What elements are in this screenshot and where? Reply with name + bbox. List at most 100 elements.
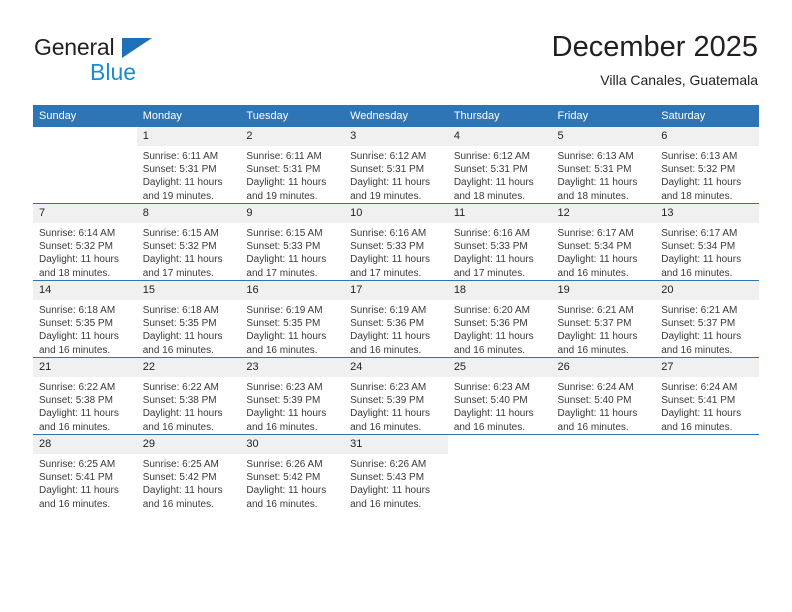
calendar-day-cell[interactable]: 19 Sunrise: 6:21 AM Sunset: 5:37 PM Dayligh… <box>551 280 656 358</box>
calendar-day-cell[interactable]: 18 Sunrise: 6:20 AM Sunset: 5:36 PM Dayligh… <box>447 280 552 358</box>
calendar-week-row: 14 Sunrise: 6:18 AM Sunset: 5:35 PM Dayligh… <box>33 280 759 358</box>
sunrise-text: Sunrise: 6:20 AM <box>453 305 530 316</box>
day-details: Sunrise: 6:25 AM Sunset: 5:41 PM Daylight:… <box>33 454 137 511</box>
triangle-icon <box>122 38 152 58</box>
daylight-text: Daylight: 11 hours and 16 minutes. <box>246 331 327 356</box>
day-details: Sunrise: 6:22 AM Sunset: 5:38 PM Daylight:… <box>33 377 137 434</box>
day-number: 28 <box>33 435 137 454</box>
day-number: 15 <box>136 281 241 300</box>
sunrise-text: Sunrise: 6:22 AM <box>39 382 116 393</box>
sunrise-text: Sunrise: 6:19 AM <box>350 305 427 316</box>
sunrise-text: Sunrise: 6:23 AM <box>350 382 427 393</box>
day-details: Sunrise: 6:21 AM Sunset: 5:37 PM Daylight:… <box>552 300 656 357</box>
calendar-day-cell[interactable]: 31 Sunrise: 6:26 AM Sunset: 5:43 PM Dayligh… <box>344 434 448 511</box>
daylight-text: Daylight: 11 hours and 19 minutes. <box>350 177 430 202</box>
logo[interactable]: General Blue <box>34 34 164 90</box>
sunrise-text: Sunrise: 6:17 AM <box>557 228 634 239</box>
daylight-text: Daylight: 11 hours and 17 minutes. <box>246 254 327 279</box>
day-details: Sunrise: 6:14 AM Sunset: 5:32 PM Daylight:… <box>33 223 137 280</box>
calendar-day-cell[interactable]: 24 Sunrise: 6:23 AM Sunset: 5:39 PM Dayligh… <box>344 357 448 435</box>
calendar-day-cell[interactable]: 25 Sunrise: 6:23 AM Sunset: 5:40 PM Dayligh… <box>447 357 552 435</box>
sunset-text: Sunset: 5:36 PM <box>453 318 528 330</box>
day-details: Sunrise: 6:13 AM Sunset: 5:32 PM Daylight:… <box>655 146 759 203</box>
column-header-wednesday: Wednesday <box>344 105 448 127</box>
calendar-day-cell[interactable]: 3 Sunrise: 6:12 AM Sunset: 5:31 PM Daylight… <box>344 127 448 204</box>
day-details: Sunrise: 6:21 AM Sunset: 5:37 PM Daylight:… <box>655 300 759 357</box>
sunset-text: Sunset: 5:34 PM <box>661 241 736 253</box>
sunset-text: Sunset: 5:39 PM <box>246 395 321 407</box>
calendar-day-cell[interactable]: 17 Sunrise: 6:19 AM Sunset: 5:36 PM Dayligh… <box>344 280 448 358</box>
calendar-day-cell[interactable]: 16 Sunrise: 6:19 AM Sunset: 5:35 PM Dayligh… <box>240 280 345 358</box>
sunset-text: Sunset: 5:37 PM <box>557 318 632 330</box>
sunset-text: Sunset: 5:32 PM <box>39 241 113 253</box>
day-number: 12 <box>551 204 656 223</box>
calendar-day-cell[interactable]: 9 Sunrise: 6:15 AM Sunset: 5:33 PM Daylight… <box>240 203 345 281</box>
sunset-text: Sunset: 5:31 PM <box>246 164 321 176</box>
calendar-day-cell[interactable]: 27 Sunrise: 6:24 AM Sunset: 5:41 PM Dayligh… <box>655 357 759 435</box>
day-number: 11 <box>447 204 552 223</box>
calendar-day-cell[interactable]: 13 Sunrise: 6:17 AM Sunset: 5:34 PM Dayligh… <box>655 203 759 281</box>
calendar-day-cell[interactable]: 5 Sunrise: 6:13 AM Sunset: 5:31 PM Daylight… <box>551 127 656 204</box>
calendar-day-cell[interactable]: 26 Sunrise: 6:24 AM Sunset: 5:40 PM Dayligh… <box>551 357 656 435</box>
daylight-text: Daylight: 11 hours and 19 minutes. <box>142 177 223 202</box>
column-header-saturday: Saturday <box>655 105 759 127</box>
sunset-text: Sunset: 5:34 PM <box>557 241 632 253</box>
day-details: Sunrise: 6:12 AM Sunset: 5:31 PM Daylight:… <box>344 146 448 203</box>
daylight-text: Daylight: 11 hours and 16 minutes. <box>557 408 638 433</box>
day-details: Sunrise: 6:19 AM Sunset: 5:35 PM Daylight:… <box>240 300 344 357</box>
calendar-day-cell[interactable]: 1 Sunrise: 6:11 AM Sunset: 5:31 PM Daylight… <box>136 127 241 204</box>
daylight-text: Daylight: 11 hours and 16 minutes. <box>39 485 119 510</box>
calendar-day-cell[interactable]: 2 Sunrise: 6:11 AM Sunset: 5:31 PM Daylight… <box>240 127 345 204</box>
sunrise-text: Sunrise: 6:25 AM <box>39 459 116 470</box>
sunrise-text: Sunrise: 6:19 AM <box>246 305 323 316</box>
sunrise-text: Sunrise: 6:15 AM <box>246 228 323 239</box>
calendar-day-cell[interactable]: 6 Sunrise: 6:13 AM Sunset: 5:32 PM Daylight… <box>655 127 759 204</box>
day-details: Sunrise: 6:20 AM Sunset: 5:36 PM Daylight:… <box>448 300 552 357</box>
calendar-day-cell[interactable]: 11 Sunrise: 6:16 AM Sunset: 5:33 PM Dayligh… <box>447 203 552 281</box>
calendar-day-cell[interactable]: 4 Sunrise: 6:12 AM Sunset: 5:31 PM Daylight… <box>447 127 552 204</box>
calendar-day-cell[interactable]: 7 Sunrise: 6:14 AM Sunset: 5:32 PM Daylight… <box>33 203 137 281</box>
day-details: Sunrise: 6:23 AM Sunset: 5:39 PM Daylight:… <box>344 377 448 434</box>
day-number: 18 <box>447 281 552 300</box>
daylight-text: Daylight: 11 hours and 16 minutes. <box>246 485 327 510</box>
calendar-day-cell[interactable]: 8 Sunrise: 6:15 AM Sunset: 5:32 PM Daylight… <box>136 203 241 281</box>
day-number: 29 <box>136 435 241 454</box>
daylight-text: Daylight: 11 hours and 17 minutes. <box>142 254 223 279</box>
calendar-week-row: 21 Sunrise: 6:22 AM Sunset: 5:38 PM Dayligh… <box>33 357 759 435</box>
daylight-text: Daylight: 11 hours and 18 minutes. <box>661 177 742 202</box>
calendar-day-cell[interactable]: 15 Sunrise: 6:18 AM Sunset: 5:35 PM Dayligh… <box>136 280 241 358</box>
day-details: Sunrise: 6:23 AM Sunset: 5:40 PM Daylight:… <box>448 377 552 434</box>
daylight-text: Daylight: 11 hours and 19 minutes. <box>246 177 327 202</box>
calendar-week-row: 1 Sunrise: 6:11 AM Sunset: 5:31 PM Daylight… <box>33 127 759 204</box>
calendar-day-cell[interactable]: 29 Sunrise: 6:25 AM Sunset: 5:42 PM Dayligh… <box>136 434 241 511</box>
page-subtitle: Villa Canales, Guatemala <box>600 72 758 88</box>
calendar-day-cell[interactable]: 14 Sunrise: 6:18 AM Sunset: 5:35 PM Dayligh… <box>33 280 137 358</box>
sunset-text: Sunset: 5:31 PM <box>453 164 528 176</box>
calendar-day-cell[interactable]: 20 Sunrise: 6:21 AM Sunset: 5:37 PM Dayligh… <box>655 280 759 358</box>
calendar-day-cell[interactable]: 21 Sunrise: 6:22 AM Sunset: 5:38 PM Dayligh… <box>33 357 137 435</box>
daylight-text: Daylight: 11 hours and 18 minutes. <box>453 177 534 202</box>
calendar-day-cell[interactable]: 12 Sunrise: 6:17 AM Sunset: 5:34 PM Dayligh… <box>551 203 656 281</box>
sunset-text: Sunset: 5:31 PM <box>557 164 632 176</box>
sunrise-text: Sunrise: 6:21 AM <box>557 305 634 316</box>
day-details: Sunrise: 6:13 AM Sunset: 5:31 PM Daylight:… <box>552 146 656 203</box>
calendar-day-cell[interactable]: 22 Sunrise: 6:22 AM Sunset: 5:38 PM Dayligh… <box>136 357 241 435</box>
day-number: 27 <box>655 358 759 377</box>
sunset-text: Sunset: 5:40 PM <box>453 395 528 407</box>
daylight-text: Daylight: 11 hours and 16 minutes. <box>246 408 327 433</box>
calendar-day-cell[interactable]: 10 Sunrise: 6:16 AM Sunset: 5:33 PM Dayligh… <box>344 203 448 281</box>
calendar-day-cell[interactable]: 28 Sunrise: 6:25 AM Sunset: 5:41 PM Dayligh… <box>33 434 137 511</box>
calendar-day-cell[interactable]: 30 Sunrise: 6:26 AM Sunset: 5:42 PM Dayligh… <box>240 434 345 511</box>
calendar-page: General Blue December 2025 Villa Canales… <box>0 0 792 612</box>
calendar-week-row: 28 Sunrise: 6:25 AM Sunset: 5:41 PM Dayligh… <box>33 434 759 511</box>
sunrise-text: Sunrise: 6:14 AM <box>39 228 116 239</box>
sunrise-text: Sunrise: 6:16 AM <box>350 228 427 239</box>
day-number: 24 <box>344 358 448 377</box>
sunset-text: Sunset: 5:33 PM <box>453 241 528 253</box>
day-number: 26 <box>551 358 656 377</box>
sunset-text: Sunset: 5:33 PM <box>246 241 321 253</box>
calendar-day-cell[interactable]: 23 Sunrise: 6:23 AM Sunset: 5:39 PM Dayligh… <box>240 357 345 435</box>
day-number: 1 <box>136 127 241 146</box>
day-details: Sunrise: 6:26 AM Sunset: 5:42 PM Daylight:… <box>240 454 344 511</box>
sunset-text: Sunset: 5:35 PM <box>142 318 217 330</box>
